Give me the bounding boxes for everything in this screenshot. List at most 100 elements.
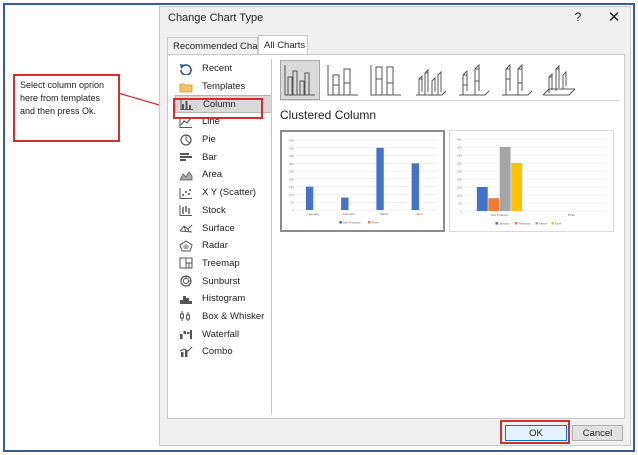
- sidebar-item-pie[interactable]: Pie: [175, 131, 272, 149]
- chart-preview-by-month[interactable]: 0 50 100 150 200 250 300 350 400 450 January Februa…: [280, 130, 445, 232]
- y-tick-label: 100: [289, 193, 294, 197]
- y-tick-label: 300: [457, 162, 462, 166]
- y-tick-label: 250: [457, 170, 462, 174]
- instruction-callout: Select column oprion here from templates…: [13, 74, 120, 142]
- sidebar-item-label: Area: [202, 169, 223, 181]
- subtype-3d-clustered-column[interactable]: [409, 60, 449, 100]
- 100-stacked-column-icon: [370, 65, 401, 96]
- sidebar-item-recent[interactable]: Recent: [175, 60, 272, 78]
- subtype-divider: [280, 100, 620, 101]
- 3d-stacked-column-icon: [459, 63, 490, 96]
- y-tick-label: 250: [289, 170, 294, 174]
- recent-icon: [179, 63, 193, 75]
- y-tick-label: 350: [457, 154, 462, 158]
- sunburst-icon: [179, 275, 193, 287]
- sidebar-item-label: Combo: [202, 346, 233, 358]
- sidebar-item-label: Histogram: [202, 293, 246, 305]
- x-tick-label: February: [343, 212, 356, 216]
- tab-recommended-charts[interactable]: Recommended Charts: [167, 37, 268, 55]
- bar-chart-icon: [179, 151, 193, 163]
- legend-label: January: [499, 222, 510, 226]
- bar-sell-products-february: [341, 197, 349, 210]
- pie-chart-icon: [179, 133, 193, 146]
- sidebar-divider: [271, 59, 272, 415]
- legend-swatch: [514, 222, 518, 225]
- legend-label: Profit: [372, 221, 379, 225]
- sidebar-item-box-whisker[interactable]: Box & Whisker: [175, 308, 272, 326]
- sidebar-item-label: Surface: [202, 222, 235, 234]
- column-highlight-outline: [173, 98, 263, 119]
- treemap-icon: [179, 257, 193, 269]
- subtype-3d-stacked-column[interactable]: [452, 60, 492, 100]
- cancel-button[interactable]: Cancel: [572, 425, 623, 441]
- subtype-title: Clustered Column: [280, 108, 377, 122]
- box-whisker-icon: [179, 310, 193, 322]
- subtype-100-stacked-column[interactable]: [366, 60, 406, 100]
- y-tick-label: 450: [289, 139, 294, 143]
- y-tick-label: 400: [289, 146, 294, 150]
- legend-label: April: [555, 222, 561, 226]
- all-charts-pane: Recent Templates Column Line Pie Bar Area X Y (…: [167, 54, 625, 419]
- bar-sell-products-march: [376, 147, 384, 210]
- sidebar-item-label: Waterfall: [202, 328, 240, 340]
- sidebar-item-waterfall[interactable]: Waterfall: [175, 325, 272, 343]
- sidebar-item-stock[interactable]: Stock: [175, 202, 272, 220]
- clustered-column-icon: [284, 65, 315, 96]
- close-button[interactable]: ✕: [606, 8, 622, 26]
- 3d-clustered-column-icon: [416, 68, 447, 96]
- sidebar-item-sunburst[interactable]: Sunburst: [175, 272, 272, 290]
- x-tick-label: Profit: [568, 213, 575, 217]
- sidebar-item-x-y-scatter[interactable]: X Y (Scatter): [175, 184, 272, 202]
- y-tick-label: 50: [291, 201, 295, 205]
- bar-april-sell-products: [511, 163, 523, 211]
- sidebar-item-histogram[interactable]: Histogram: [175, 290, 272, 308]
- area-chart-icon: [179, 169, 193, 181]
- stock-chart-icon: [179, 204, 193, 217]
- x-tick-label: March: [380, 212, 389, 216]
- subtype-stacked-column[interactable]: [323, 60, 363, 100]
- subtype-3d-column[interactable]: [538, 60, 578, 100]
- subtype-clustered-column[interactable]: [280, 60, 320, 100]
- help-button[interactable]: ?: [571, 10, 585, 24]
- sidebar-item-label: Bar: [202, 151, 217, 163]
- preview-chart-1: 0 50 100 150 200 250 300 350 400 450 Sell Products…: [457, 138, 607, 226]
- ok-button[interactable]: OK: [505, 425, 567, 441]
- sidebar-item-label: Box & Whisker: [202, 310, 265, 322]
- chart-preview-by-product[interactable]: 0 50 100 150 200 250 300 350 400 450 Sell Products…: [449, 130, 614, 232]
- sidebar-item-label: Stock: [202, 204, 226, 216]
- tab-all-charts[interactable]: All Charts: [258, 35, 308, 55]
- combo-chart-icon: [179, 346, 193, 358]
- 3d-100-stacked-column-icon: [502, 63, 533, 96]
- sidebar-item-label: Sunburst: [202, 275, 241, 287]
- change-chart-type-dialog: Change Chart Type ? ✕ Recommended Charts…: [159, 6, 631, 446]
- folder-icon: [179, 81, 193, 93]
- y-tick-label: 100: [457, 194, 462, 198]
- dialog-titlebar: Change Chart Type ? ✕: [160, 7, 630, 29]
- legend-swatch: [551, 222, 554, 225]
- y-tick-label: 450: [457, 138, 462, 142]
- dialog-title: Change Chart Type: [168, 12, 264, 24]
- legend-swatch: [535, 222, 538, 225]
- subtype-3d-100-stacked-column[interactable]: [495, 60, 535, 100]
- x-tick-label: January: [308, 212, 319, 216]
- sidebar-item-label: Pie: [202, 134, 216, 146]
- sidebar-item-label: Templates: [202, 81, 246, 93]
- sidebar-item-templates[interactable]: Templates: [175, 78, 272, 96]
- sidebar-item-treemap[interactable]: Treemap: [175, 255, 272, 273]
- sidebar-item-radar[interactable]: Radar: [175, 237, 272, 255]
- y-tick-label: 400: [457, 146, 462, 150]
- preview-chart-0: 0 50 100 150 200 250 300 350 400 450 January Februa…: [289, 139, 437, 225]
- sidebar-item-bar[interactable]: Bar: [175, 148, 272, 166]
- legend-swatch: [339, 221, 342, 224]
- bar-sell-products-april: [411, 163, 419, 210]
- histogram-icon: [179, 293, 193, 305]
- y-tick-label: 350: [289, 154, 294, 158]
- y-tick-label: 0: [460, 210, 462, 214]
- sidebar-item-surface[interactable]: Surface: [175, 219, 272, 237]
- y-tick-label: 0: [292, 209, 294, 213]
- sidebar-item-combo[interactable]: Combo: [175, 343, 272, 361]
- legend-label: March: [539, 222, 548, 226]
- x-tick-label: Sell Products: [491, 213, 509, 217]
- y-tick-label: 150: [289, 185, 294, 189]
- sidebar-item-area[interactable]: Area: [175, 166, 272, 184]
